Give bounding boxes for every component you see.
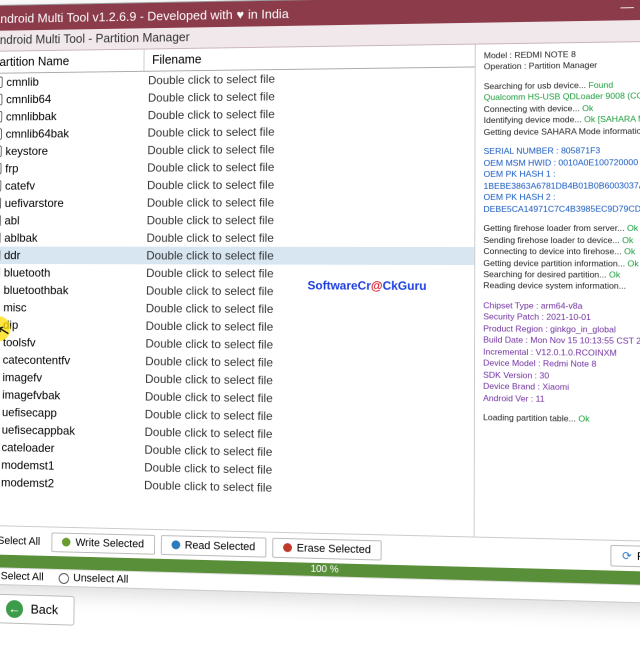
partition-label: modemst2 [1, 476, 54, 491]
select-all-radio[interactable]: Select All [0, 534, 40, 547]
log-line: Searching for desired partition... Ok [483, 269, 640, 281]
down-arrow-icon [62, 538, 71, 547]
table-row[interactable]: uefivarstore Double click to select file [0, 193, 474, 212]
select-all-radio-2[interactable]: Select All [0, 570, 44, 583]
partition-label: cmnlibbak [6, 109, 57, 123]
partition-label: modemst1 [1, 458, 54, 473]
partition-label: frp [5, 162, 18, 176]
partition-label: uefivarstore [5, 196, 64, 210]
log-line: Sending firehose loader to device... Ok [483, 235, 640, 247]
filename-cell[interactable]: Double click to select file [144, 141, 475, 157]
log-line: Connecting to device into firehose... Ok [483, 246, 640, 258]
filename-cell[interactable]: Double click to select file [142, 301, 474, 317]
filename-cell[interactable]: Double click to select file [142, 319, 474, 335]
filename-cell[interactable]: Double click to select file [143, 195, 474, 210]
reboot-button[interactable]: ⟳Reboot [611, 545, 640, 568]
table-row[interactable]: abl Double click to select file [0, 211, 474, 229]
log-panel: Model : REDMI NOTE 8Operation : Partitio… [475, 41, 640, 541]
filename-cell[interactable]: Double click to select file [144, 69, 474, 87]
filename-cell[interactable]: Double click to select file [143, 177, 474, 192]
table-row[interactable]: bluetooth Double click to select file [0, 264, 474, 283]
x-icon [283, 543, 292, 552]
filename-cell[interactable]: Double click to select file [141, 354, 474, 371]
partition-label: ablbak [4, 231, 37, 245]
back-button[interactable]: ← Back [0, 593, 75, 625]
filename-cell[interactable]: Double click to select file [142, 284, 474, 299]
checkbox[interactable] [0, 146, 2, 158]
partition-label: bluetooth [4, 266, 51, 280]
partition-label: dip [3, 318, 18, 332]
log-line: OEM PK HASH 1 : 1BEBE3863A6781DB4B01B0B6… [484, 168, 640, 192]
partition-label: imagefv [2, 370, 42, 384]
column-partition-name[interactable]: Partition Name [0, 50, 145, 73]
partition-label: uefisecappbak [2, 423, 75, 438]
checkbox[interactable] [0, 180, 1, 192]
partition-label: catefv [5, 179, 35, 193]
partition-table: Partition Name Filename cmnlib Double cli… [0, 45, 476, 537]
partition-label: cmnlib64 [6, 92, 51, 106]
partition-label: ddr [4, 249, 20, 263]
filename-cell[interactable]: Double click to select file [144, 105, 475, 122]
partition-label: cmnlib64bak [6, 127, 69, 141]
filename-cell[interactable]: Double click to select file [142, 266, 474, 281]
log-line: OEM PK HASH 2 : DEBE5CA14971C7C4B3985EC9… [483, 191, 640, 215]
filename-cell[interactable]: Double click to select file [144, 123, 475, 139]
up-arrow-icon [171, 540, 180, 549]
table-row[interactable]: ablbak Double click to select file [0, 229, 474, 247]
checkbox[interactable] [0, 163, 2, 175]
back-arrow-icon: ← [6, 599, 23, 617]
checkbox[interactable] [0, 111, 2, 123]
write-selected-button[interactable]: Write Selected [52, 532, 155, 554]
filename-cell[interactable]: Double click to select file [143, 159, 474, 175]
erase-selected-button[interactable]: Erase Selected [272, 537, 382, 560]
filename-cell[interactable]: Double click to select file [144, 87, 475, 104]
partition-label: imagefvbak [2, 388, 60, 402]
table-row[interactable]: catefv Double click to select file [0, 175, 474, 195]
partition-label: cmnlib [6, 75, 39, 89]
checkbox[interactable] [0, 128, 2, 140]
table-row[interactable]: frp Double click to select file [0, 157, 475, 177]
checkbox[interactable] [0, 232, 1, 244]
reboot-icon: ⟳ [622, 549, 632, 563]
log-line: Loading partition table... Ok [483, 412, 640, 427]
log-line: Getting device partition information... … [483, 258, 640, 270]
filename-cell[interactable]: Double click to select file [143, 231, 475, 245]
partition-label: bluetoothbak [4, 283, 69, 297]
log-line: Getting firehose loader from server... O… [483, 223, 640, 235]
filename-cell[interactable]: Double click to select file [142, 337, 475, 354]
unselect-all-radio[interactable]: Unselect All [59, 572, 129, 586]
partition-label: misc [3, 301, 26, 315]
heart-icon: ♥ [237, 7, 245, 22]
table-row[interactable]: ddr Double click to select file [0, 247, 474, 266]
filename-cell[interactable]: Double click to select file [143, 213, 475, 227]
filename-cell[interactable]: Double click to select file [141, 372, 474, 390]
partition-label: toolsfv [3, 336, 36, 350]
log-line: Reading device system information... [483, 281, 640, 293]
minimize-button[interactable]: — [620, 0, 633, 15]
app-title-suffix: in India [248, 6, 289, 21]
partition-label: cateloader [1, 440, 54, 455]
log-line: Qualcomm HS-USB QDLoader 9008 (COM88) [484, 90, 640, 104]
partition-label: abl [4, 214, 19, 228]
checkbox[interactable] [0, 94, 2, 106]
checkbox[interactable] [0, 197, 1, 209]
log-line: SERIAL NUMBER : 805871F3 [484, 145, 640, 158]
log-line: OEM MSM HWID : 0010A0E100720000 [484, 157, 640, 170]
partition-label: catecontentfv [3, 353, 71, 367]
partition-label: uefisecapp [2, 405, 57, 419]
checkbox[interactable] [0, 77, 3, 89]
read-selected-button[interactable]: Read Selected [160, 535, 266, 558]
filename-cell[interactable]: Double click to select file [140, 478, 474, 499]
app-title-prefix: Android Multi Tool v1.2.6.9 - Developed … [0, 7, 233, 26]
column-filename[interactable]: Filename [144, 45, 474, 71]
checkbox[interactable] [0, 215, 1, 227]
partition-label: keystore [5, 144, 48, 158]
log-line: Getting device SAHARA Mode information..… [484, 125, 640, 138]
filename-cell[interactable]: Double click to select file [142, 249, 474, 263]
